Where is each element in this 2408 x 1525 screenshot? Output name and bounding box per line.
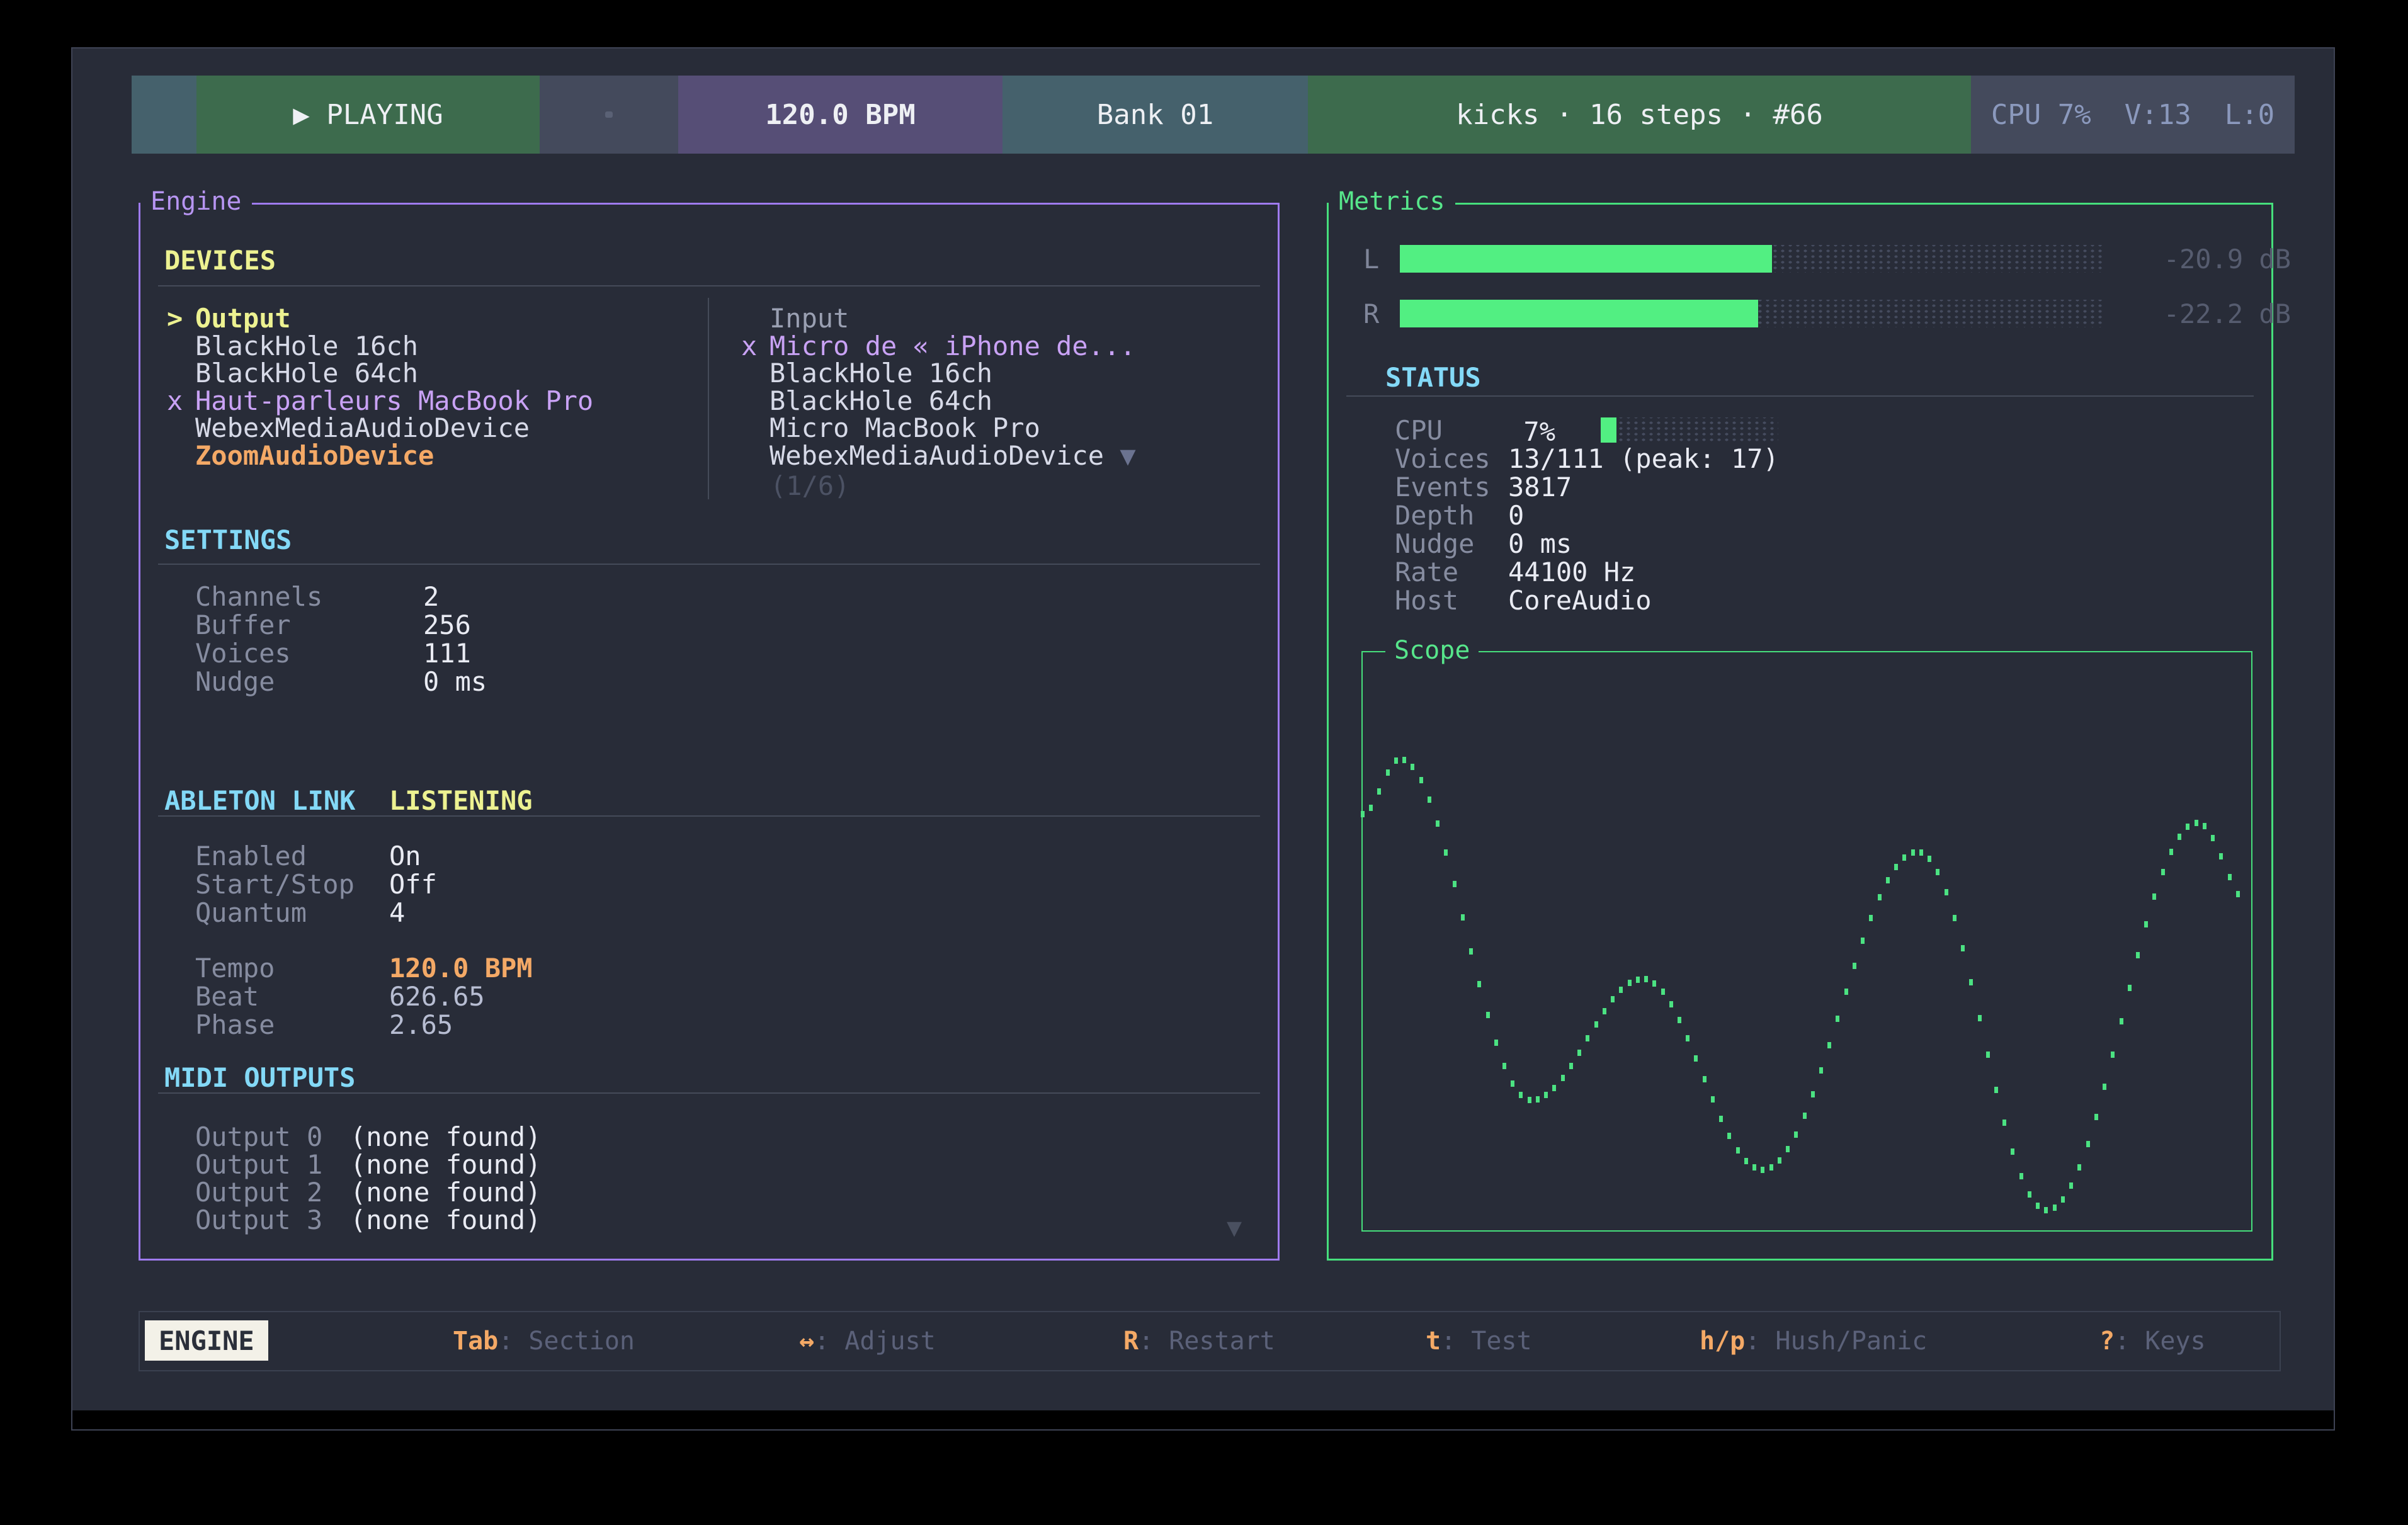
section-divider bbox=[158, 1092, 1260, 1094]
input-device-list-header[interactable]: Input bbox=[741, 304, 849, 333]
bpm-label: 120.0 BPM bbox=[765, 99, 915, 131]
link-tempo-row[interactable]: Tempo120.0 BPM bbox=[195, 954, 533, 983]
section-divider bbox=[1346, 395, 2254, 397]
pattern-segment[interactable]: kicks · 16 steps · #66 bbox=[1308, 76, 1971, 154]
setting-row[interactable]: Nudge0 ms bbox=[195, 667, 487, 696]
status-row: HostCoreAudio bbox=[1395, 586, 1652, 615]
bank-label: Bank 01 bbox=[1097, 99, 1213, 131]
scope-waveform bbox=[1363, 652, 2251, 1230]
hint-section[interactable]: TabSection bbox=[453, 1312, 635, 1370]
cpu-meter-fill bbox=[1601, 417, 1616, 443]
hint-keys[interactable]: ?Keys bbox=[2099, 1312, 2206, 1370]
bank-segment[interactable]: Bank 01 bbox=[1002, 76, 1308, 154]
input-device-item[interactable]: WebexMediaAudioDevice ▼ bbox=[741, 441, 1136, 470]
cpu-stats-label: CPU 7% V:13 L:0 bbox=[1991, 99, 2275, 131]
output-device-item-active[interactable]: xHaut-parleurs MacBook Pro bbox=[167, 387, 593, 416]
input-device-item[interactable]: BlackHole 64ch bbox=[741, 387, 992, 416]
output-device-item[interactable]: BlackHole 64ch bbox=[167, 359, 418, 388]
level-meter-left: L -20.9 dB bbox=[1363, 245, 2103, 273]
metrics-panel: Metrics L -20.9 dB R -22.2 dB STATUS CPU… bbox=[1327, 203, 2273, 1261]
output-device-item-highlighted[interactable]: ZoomAudioDevice bbox=[167, 441, 434, 470]
level-meter-right: R -22.2 dB bbox=[1363, 300, 2103, 327]
link-status-badge: LISTENING bbox=[389, 785, 533, 816]
meter-channel-label: R bbox=[1363, 298, 1400, 329]
input-device-item-active[interactable]: xMicro de « iPhone de... bbox=[741, 332, 1136, 361]
engine-panel-title: Engine bbox=[140, 187, 252, 216]
cpu-percent-value: 7% bbox=[1486, 416, 1555, 447]
record-indicator-dot bbox=[605, 111, 613, 118]
active-device-marker: x bbox=[167, 387, 195, 416]
meter-db-value: -20.9 dB bbox=[2110, 244, 2291, 275]
cpu-meter-track bbox=[1601, 417, 1778, 443]
device-columns-divider bbox=[708, 298, 709, 499]
meter-track bbox=[1400, 300, 2103, 327]
setting-row[interactable]: Channels2 bbox=[195, 582, 439, 611]
cpu-label: CPU bbox=[1395, 416, 1443, 445]
devices-section-header: DEVICES bbox=[164, 245, 276, 276]
setting-row[interactable]: Buffer256 bbox=[195, 611, 471, 640]
status-row: Depth0 bbox=[1395, 501, 1524, 530]
status-row: Voices13/111 (peak: 17) bbox=[1395, 445, 1779, 473]
cursor-marker: > bbox=[167, 304, 195, 333]
meter-fill bbox=[1400, 245, 1772, 273]
meter-fill bbox=[1400, 300, 1758, 327]
input-device-item[interactable]: Micro MacBook Pro bbox=[741, 414, 1040, 443]
pattern-label: kicks · 16 steps · #66 bbox=[1456, 99, 1823, 131]
status-row: Rate44100 Hz bbox=[1395, 558, 1635, 587]
bpm-segment[interactable]: 120.0 BPM bbox=[678, 76, 1002, 154]
hint-hush-panic[interactable]: h/pHush/Panic bbox=[1700, 1312, 1927, 1370]
panel-scroll-down-icon[interactable]: ▼ bbox=[1227, 1213, 1242, 1242]
transport-playing-segment[interactable]: ▶ PLAYING bbox=[196, 76, 540, 154]
output-device-list-header[interactable]: >Output bbox=[167, 304, 291, 333]
section-divider bbox=[158, 815, 1260, 817]
status-row: Events3817 bbox=[1395, 473, 1572, 502]
ableton-link-section-header: ABLETON LINK bbox=[164, 785, 355, 816]
input-device-page-count: (1/6) bbox=[770, 472, 849, 501]
bottom-hint-bar: ENGINE TabSection ↔Adjust RRestart tTest… bbox=[139, 1311, 2281, 1371]
active-section-badge: ENGINE bbox=[145, 1320, 268, 1361]
midi-output-row[interactable]: Output 3(none found) bbox=[195, 1206, 541, 1235]
midi-output-row[interactable]: Output 0(none found) bbox=[195, 1123, 541, 1152]
input-column-title: Input bbox=[770, 303, 849, 334]
link-beat-row: Beat626.65 bbox=[195, 982, 485, 1011]
output-column-title: Output bbox=[195, 303, 291, 334]
meter-channel-label: L bbox=[1363, 244, 1400, 275]
midi-output-row[interactable]: Output 1(none found) bbox=[195, 1150, 541, 1179]
input-device-item[interactable]: BlackHole 16ch bbox=[741, 359, 992, 388]
link-phase-row: Phase2.65 bbox=[195, 1011, 453, 1040]
topbar-spacer-segment bbox=[132, 76, 196, 154]
cpu-stats-segment: CPU 7% V:13 L:0 bbox=[1971, 76, 2295, 154]
top-status-bar: ▶ PLAYING 120.0 BPM Bank 01 kicks · 16 s… bbox=[132, 76, 2295, 154]
list-scroll-down-icon[interactable]: ▼ bbox=[1120, 440, 1135, 471]
status-row: Nudge0 ms bbox=[1395, 530, 1572, 558]
output-device-item[interactable]: BlackHole 16ch bbox=[167, 332, 418, 361]
terminal-background: ▶ PLAYING 120.0 BPM Bank 01 kicks · 16 s… bbox=[72, 48, 2334, 1410]
meter-db-value: -22.2 dB bbox=[2110, 298, 2291, 329]
active-device-marker: x bbox=[741, 332, 770, 361]
midi-output-row[interactable]: Output 2(none found) bbox=[195, 1178, 541, 1207]
status-section-header: STATUS bbox=[1385, 362, 1481, 393]
scope-display: Scope bbox=[1361, 651, 2252, 1232]
link-setting-row[interactable]: Start/StopOff bbox=[195, 870, 437, 899]
hint-restart[interactable]: RRestart bbox=[1123, 1312, 1275, 1370]
hint-test[interactable]: tTest bbox=[1426, 1312, 1532, 1370]
metrics-panel-title: Metrics bbox=[1329, 187, 1455, 216]
link-setting-row[interactable]: Quantum4 bbox=[195, 899, 405, 927]
section-divider bbox=[158, 285, 1260, 286]
settings-section-header: SETTINGS bbox=[164, 524, 292, 555]
engine-panel: Engine DEVICES >Output BlackHole 16ch Bl… bbox=[139, 203, 1280, 1261]
meter-track bbox=[1400, 245, 2103, 273]
hint-adjust[interactable]: ↔Adjust bbox=[799, 1312, 936, 1370]
midi-outputs-section-header: MIDI OUTPUTS bbox=[164, 1062, 355, 1093]
topbar-gap-segment bbox=[540, 76, 678, 154]
playing-label: ▶ PLAYING bbox=[293, 99, 443, 131]
setting-row[interactable]: Voices111 bbox=[195, 639, 471, 668]
output-device-item[interactable]: WebexMediaAudioDevice bbox=[167, 414, 530, 443]
section-divider bbox=[158, 564, 1260, 565]
app-window: ▶ PLAYING 120.0 BPM Bank 01 kicks · 16 s… bbox=[71, 47, 2335, 1431]
link-setting-row[interactable]: EnabledOn bbox=[195, 842, 421, 871]
